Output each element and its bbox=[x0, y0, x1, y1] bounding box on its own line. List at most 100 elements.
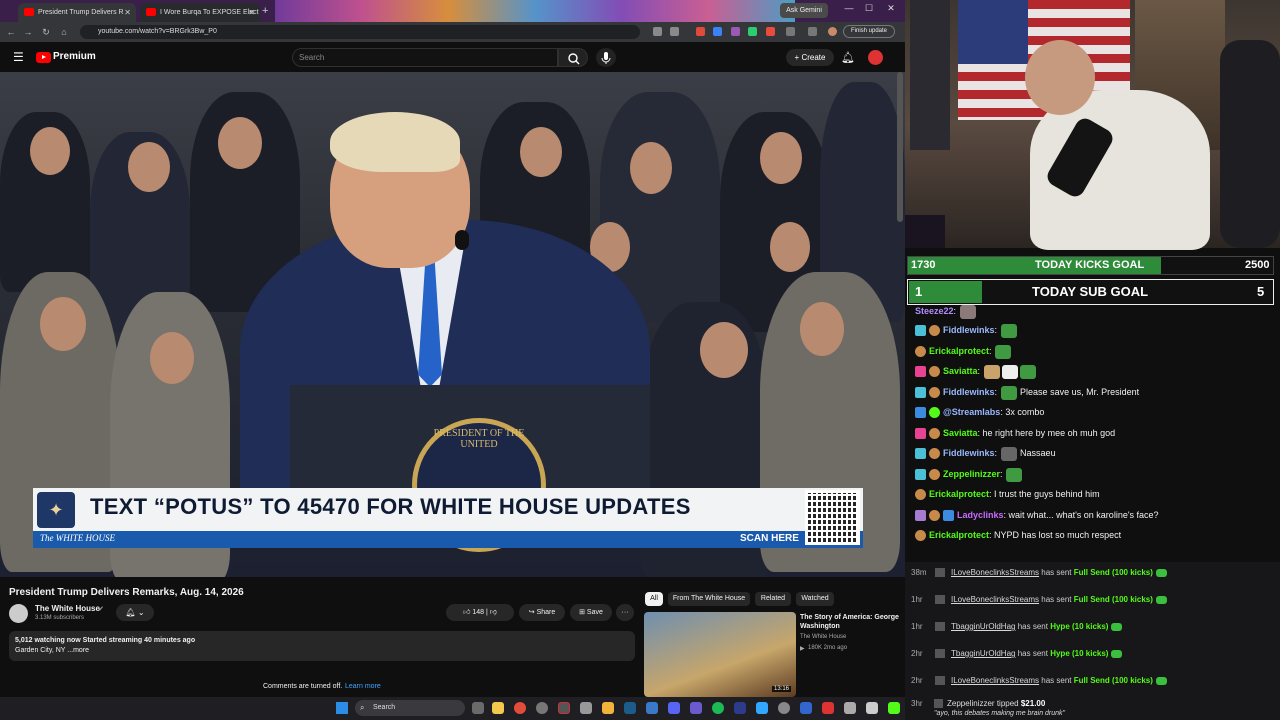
sidebar-icon[interactable] bbox=[808, 27, 817, 36]
reload-icon[interactable]: ↻ bbox=[40, 25, 52, 39]
save-button[interactable]: ⊞ Save bbox=[570, 604, 612, 621]
youtube-premium-logo[interactable]: Premium bbox=[53, 51, 96, 62]
cast-icon[interactable] bbox=[653, 27, 662, 36]
recommended-channel[interactable]: The White House bbox=[800, 634, 846, 640]
like-button[interactable]: 👍︎ 148 | 👎︎ bbox=[446, 604, 514, 621]
app-icon[interactable] bbox=[778, 702, 790, 714]
back-icon[interactable]: ← bbox=[5, 25, 17, 39]
description-location[interactable]: Garden City, NY ...more bbox=[15, 647, 89, 654]
subscriber-badge-icon bbox=[915, 428, 926, 440]
spotify-icon[interactable] bbox=[712, 702, 724, 714]
app-icon[interactable] bbox=[536, 702, 548, 714]
folder-icon[interactable] bbox=[602, 702, 614, 714]
maximize-icon[interactable]: ☐ bbox=[860, 3, 878, 14]
notifications-bell-icon[interactable]: 🔔︎ bbox=[841, 51, 855, 64]
page-scrollbar[interactable] bbox=[897, 72, 903, 222]
share-button[interactable]: ↪ Share bbox=[519, 604, 565, 621]
kicks-gift-icon bbox=[1155, 676, 1167, 685]
finish-update-button[interactable]: Finish update bbox=[843, 25, 895, 38]
edge-icon[interactable] bbox=[646, 702, 658, 714]
new-tab-icon[interactable]: + bbox=[262, 4, 274, 18]
kicks-gift-icon bbox=[1155, 568, 1167, 577]
chat-message: Erickalprotect: NYPD has lost so much re… bbox=[915, 526, 1121, 544]
tip-message: "ayo, this debates making me brain drunk… bbox=[934, 710, 1066, 717]
subscribed-bell-button[interactable]: 🔔︎ ⌄ bbox=[116, 604, 154, 621]
kick-icon[interactable] bbox=[888, 702, 900, 714]
task-view-icon[interactable] bbox=[472, 702, 484, 714]
photoshop-icon[interactable] bbox=[756, 702, 768, 714]
recommended-title[interactable]: The Story of America: George Washington bbox=[800, 613, 900, 631]
extension-icon[interactable] bbox=[696, 27, 705, 36]
recommended-thumbnail[interactable] bbox=[644, 612, 796, 697]
subscriber-badge-icon bbox=[915, 469, 926, 481]
kicks-gift-icon bbox=[1111, 649, 1123, 658]
verified-badge-icon bbox=[929, 407, 940, 419]
desk-lights bbox=[905, 215, 945, 248]
kick-logo-icon bbox=[935, 676, 945, 686]
qr-code bbox=[805, 490, 860, 545]
learn-more-link[interactable]: Learn more bbox=[345, 683, 381, 690]
steam-icon[interactable] bbox=[624, 702, 636, 714]
chat-message: Ladyclinks: wait what... what's on karol… bbox=[915, 506, 1159, 524]
app-icon[interactable] bbox=[866, 702, 878, 714]
minimize-icon[interactable]: — bbox=[840, 3, 858, 13]
kick-logo-icon bbox=[935, 622, 945, 632]
windows-start-icon[interactable] bbox=[336, 702, 348, 714]
gift-badge-icon bbox=[915, 489, 926, 501]
app-icon[interactable] bbox=[690, 702, 702, 714]
extension-icon[interactable] bbox=[766, 27, 775, 36]
gift-badge-icon bbox=[929, 325, 940, 337]
taskbar-search[interactable]: Search bbox=[355, 700, 465, 716]
thumbs-down-icon[interactable]: | 👎︎ bbox=[484, 609, 497, 616]
app-icon[interactable] bbox=[800, 702, 812, 714]
hamburger-menu-icon[interactable]: ☰ bbox=[13, 50, 24, 64]
tip-event-row: 3hr Zeppelinizzer tipped $21.00 "ayo, th… bbox=[911, 699, 1066, 717]
description-box[interactable] bbox=[9, 631, 635, 661]
search-button[interactable] bbox=[558, 48, 588, 67]
bookmark-star-icon[interactable] bbox=[670, 27, 679, 36]
forward-icon[interactable]: → bbox=[22, 25, 34, 39]
close-tab-icon[interactable]: ✕ bbox=[124, 3, 131, 22]
extension-icon[interactable] bbox=[731, 27, 740, 36]
chat-message: Fiddlewinks: bbox=[915, 321, 1018, 339]
home-icon[interactable]: ⌂ bbox=[58, 25, 70, 39]
chip-related[interactable]: Related bbox=[755, 592, 791, 606]
voice-search-button[interactable] bbox=[596, 48, 616, 67]
subscriber-badge-icon bbox=[915, 510, 926, 522]
discord-icon[interactable] bbox=[668, 702, 680, 714]
file-explorer-icon[interactable] bbox=[492, 702, 504, 714]
gift-badge-icon bbox=[929, 387, 940, 399]
app-icon[interactable] bbox=[580, 702, 592, 714]
extension-icon[interactable] bbox=[748, 27, 757, 36]
extensions-puzzle-icon[interactable] bbox=[786, 27, 795, 36]
comments-off-notice: Comments are turned off. bbox=[263, 683, 343, 690]
chrome-icon[interactable] bbox=[514, 702, 526, 714]
recommended-meta: 180K 2mo ago bbox=[808, 645, 848, 651]
youtube-logo-icon[interactable] bbox=[36, 52, 51, 63]
tab-youtube-trump[interactable]: President Trump Delivers R ✕ bbox=[18, 3, 136, 22]
url-field[interactable]: youtube.com/watch?v=BRGrk3Bw_P0 bbox=[80, 25, 640, 39]
chip-all[interactable]: All bbox=[645, 592, 663, 606]
extension-icon[interactable] bbox=[713, 27, 722, 36]
ask-gemini-button[interactable]: Ask Gemini bbox=[780, 3, 828, 18]
account-avatar[interactable] bbox=[868, 50, 883, 65]
tab-youtube-burqa[interactable]: I Wore Burqa To EXPOSE Elect ✕ bbox=[140, 3, 260, 22]
more-actions-button[interactable]: ··· bbox=[616, 604, 634, 621]
chat-message: Steeze22: bbox=[915, 302, 977, 320]
search-input[interactable]: Search bbox=[292, 48, 558, 67]
subscriber-badge-icon bbox=[915, 448, 926, 460]
app-icon[interactable] bbox=[822, 702, 834, 714]
create-button[interactable]: + Create bbox=[786, 49, 834, 66]
channel-name[interactable]: The White House bbox=[35, 604, 100, 613]
chip-watched[interactable]: Watched bbox=[796, 592, 834, 606]
obs-icon[interactable] bbox=[558, 702, 570, 714]
profile-avatar-icon[interactable] bbox=[828, 27, 837, 36]
channel-avatar[interactable] bbox=[9, 604, 28, 623]
close-window-icon[interactable]: ✕ bbox=[882, 3, 900, 14]
event-row: 2hr ILoveBoneclinksStreams has sent Full … bbox=[911, 672, 1167, 690]
app-icon[interactable] bbox=[844, 702, 856, 714]
app-icon[interactable] bbox=[734, 702, 746, 714]
search-icon bbox=[568, 53, 580, 65]
chip-from-white-house[interactable]: From The White House bbox=[668, 592, 750, 606]
close-tab-icon[interactable]: ✕ bbox=[248, 3, 255, 22]
